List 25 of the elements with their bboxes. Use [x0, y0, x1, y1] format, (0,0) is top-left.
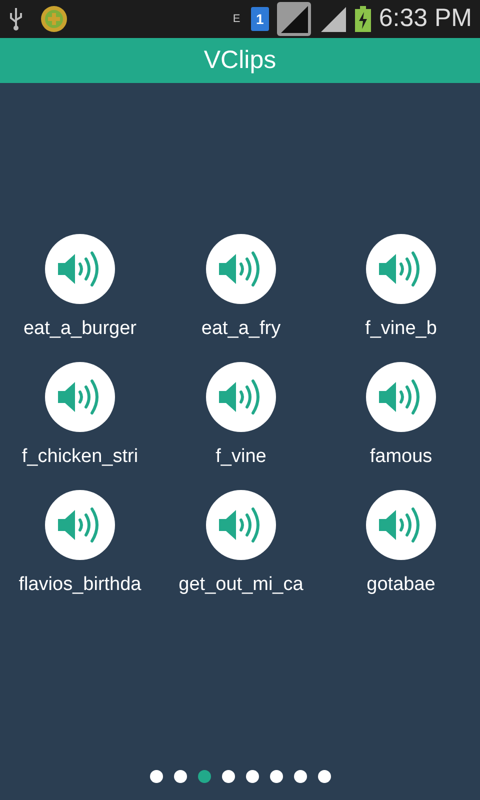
- app-notification-icon: [40, 5, 68, 33]
- page-indicator-dot[interactable]: [198, 770, 210, 783]
- clip-label: gotabae: [366, 574, 436, 596]
- page-indicator-dot[interactable]: [174, 770, 186, 783]
- clip-label: eat_a_fry: [201, 318, 281, 340]
- sim-indicator: 1: [250, 7, 269, 31]
- page-indicator-dot[interactable]: [246, 770, 258, 783]
- page-indicator-dot[interactable]: [150, 770, 162, 783]
- page-indicator-dot[interactable]: [294, 770, 306, 783]
- page-indicator-dot[interactable]: [222, 770, 234, 783]
- usb-icon: [8, 7, 24, 31]
- network-type-indicator: E: [232, 14, 242, 24]
- page-indicator-dot[interactable]: [318, 770, 330, 783]
- clip-label: f_chicken_stri: [22, 446, 138, 468]
- battery-icon: [354, 6, 371, 32]
- clip-label: flavios_birthda: [18, 574, 142, 596]
- clock-time: 6:33 PM: [378, 3, 472, 34]
- signal-icon: [318, 5, 347, 33]
- clip-label: famous: [370, 446, 432, 468]
- clip-label: eat_a_burger: [23, 318, 137, 340]
- app-title: VClips: [204, 44, 276, 76]
- clip-label: f_vine_b: [365, 318, 437, 340]
- clip-label: f_vine: [216, 446, 266, 468]
- clip-label: get_out_mi_ca: [178, 574, 304, 596]
- page-indicator-dot[interactable]: [270, 770, 282, 783]
